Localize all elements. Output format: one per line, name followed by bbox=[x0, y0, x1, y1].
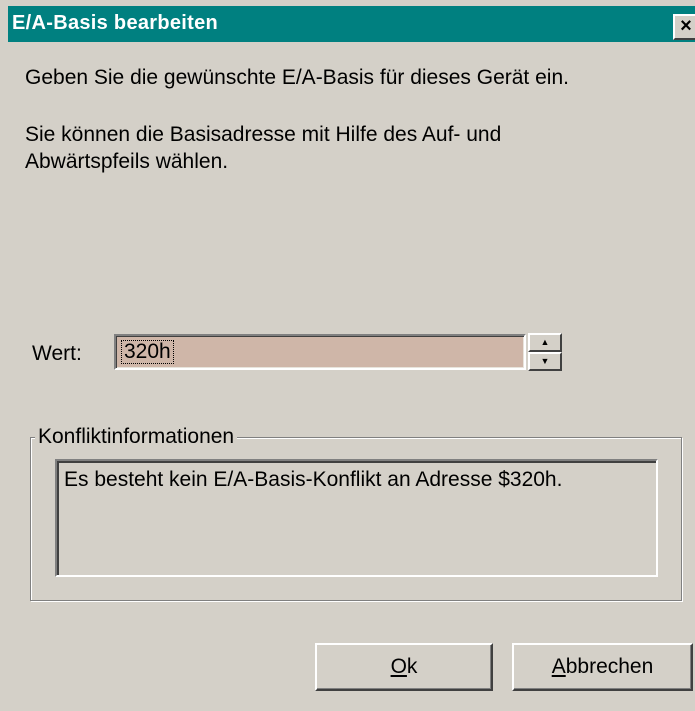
close-button[interactable]: × bbox=[673, 14, 695, 40]
arrow-down-icon: ▼ bbox=[540, 356, 550, 366]
value-input-text: 320h bbox=[121, 340, 174, 364]
conflict-info-box: Es besteht kein E/A-Basis-Konflikt an Ad… bbox=[55, 459, 658, 577]
ok-label-rest: k bbox=[406, 655, 418, 678]
hint-text-line2: Abwärtspfeils wählen. bbox=[25, 150, 229, 173]
spin-down-button[interactable]: ▼ bbox=[528, 352, 562, 371]
cancel-mnemonic: A bbox=[551, 655, 566, 678]
arrow-up-icon: ▲ bbox=[540, 337, 550, 347]
value-input[interactable]: 320h bbox=[114, 334, 526, 370]
conflict-message: Es besteht kein E/A-Basis-Konflikt an Ad… bbox=[64, 468, 563, 491]
close-icon: × bbox=[680, 15, 692, 37]
spin-up-button[interactable]: ▲ bbox=[528, 333, 562, 352]
ok-button[interactable]: Ok bbox=[315, 643, 493, 691]
hint-text-line1: Sie können die Basisadresse mit Hilfe de… bbox=[25, 123, 502, 146]
value-spinner[interactable]: ▲ ▼ bbox=[528, 333, 562, 371]
dialog-title: E/A-Basis bearbeiten bbox=[12, 12, 219, 34]
edit-io-base-dialog: E/A-Basis bearbeiten × Geben Sie die gew… bbox=[0, 0, 695, 711]
cancel-button[interactable]: Abbrechen bbox=[512, 643, 693, 691]
ok-mnemonic: O bbox=[390, 655, 407, 678]
cancel-label-rest: bbrechen bbox=[565, 655, 654, 678]
title-bar: E/A-Basis bearbeiten × bbox=[8, 6, 695, 42]
value-label: Wert: bbox=[32, 342, 82, 365]
instruction-text: Geben Sie die gewünschte E/A-Basis für d… bbox=[25, 66, 569, 89]
conflict-info-label: Konfliktinformationen bbox=[35, 424, 238, 450]
